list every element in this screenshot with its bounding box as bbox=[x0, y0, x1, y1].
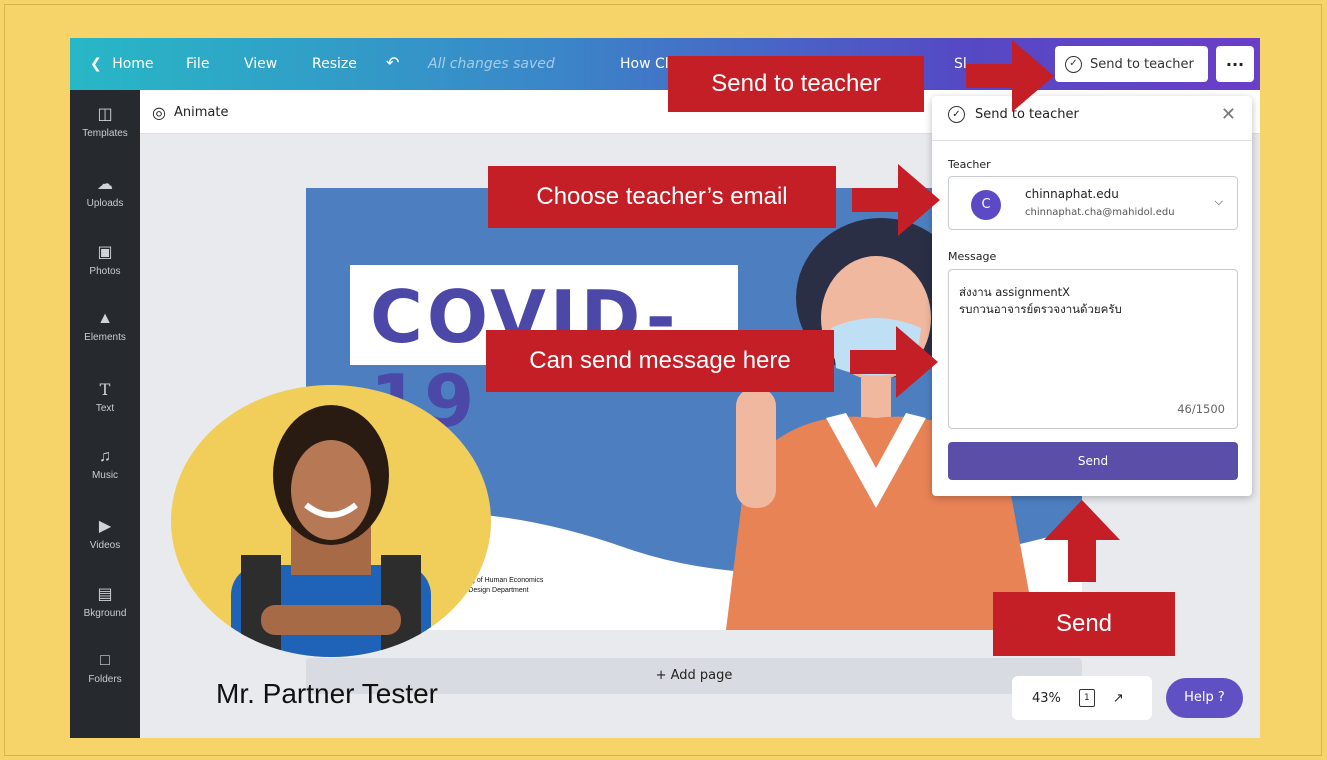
top-menu-bar: ❮ Home File View Resize ↶ All changes sa… bbox=[70, 38, 1260, 90]
character-count: 46/1500 bbox=[1177, 402, 1225, 416]
arrow-right-icon bbox=[966, 40, 1054, 112]
background-icon: ▤ bbox=[97, 586, 113, 603]
templates-icon: ◫ bbox=[97, 106, 113, 123]
sidebar-item-music[interactable]: ♫ Music bbox=[70, 448, 140, 481]
chevron-down-icon: ⌵ bbox=[1214, 195, 1223, 208]
person-photo bbox=[171, 385, 491, 657]
page-count-icon[interactable]: 1 bbox=[1078, 689, 1095, 707]
callout-send-to-teacher: Send to teacher bbox=[668, 56, 924, 112]
elements-icon: ▲ bbox=[97, 310, 113, 327]
sidebar-item-background[interactable]: ▤ Bkground bbox=[70, 584, 140, 619]
fullscreen-icon[interactable]: ↗ bbox=[1113, 691, 1124, 706]
view-menu[interactable]: View bbox=[244, 56, 277, 72]
design-title[interactable]: How Cl bbox=[620, 56, 669, 72]
callout-send: Send bbox=[993, 592, 1175, 656]
send-button[interactable]: Send bbox=[948, 442, 1238, 480]
zoom-level[interactable]: 43% bbox=[1032, 691, 1061, 706]
callout-send-message: Can send message here bbox=[486, 330, 834, 392]
more-options-button[interactable]: ··· bbox=[1216, 46, 1254, 82]
check-circle-icon: ✓ bbox=[948, 106, 965, 123]
left-sidebar: ◫ Templates ☁ Uploads ▣ Photos ▲ Element… bbox=[70, 90, 140, 738]
check-circle-icon: ✓ bbox=[1065, 55, 1082, 73]
sidebar-item-text[interactable]: T Text bbox=[70, 380, 140, 414]
arrow-right-icon bbox=[852, 164, 940, 236]
music-icon: ♫ bbox=[99, 448, 111, 465]
share-button[interactable]: Sl bbox=[954, 56, 967, 72]
folders-icon: □ bbox=[100, 652, 110, 669]
send-to-teacher-panel: ✓ Send to teacher ✕ Teacher C chinnaphat… bbox=[932, 96, 1252, 496]
callout-choose-email: Choose teacher’s email bbox=[488, 166, 836, 228]
person-name: Mr. Partner Tester bbox=[216, 678, 439, 709]
undo-icon[interactable]: ↶ bbox=[386, 53, 399, 72]
close-icon[interactable]: ✕ bbox=[1221, 104, 1236, 125]
sidebar-item-folders[interactable]: □ Folders bbox=[70, 652, 140, 685]
panel-divider bbox=[932, 140, 1252, 141]
animate-button[interactable]: ◎ Animate bbox=[152, 103, 228, 122]
sidebar-item-elements[interactable]: ▲ Elements bbox=[70, 310, 140, 343]
file-menu[interactable]: File bbox=[186, 56, 209, 72]
sidebar-item-videos[interactable]: ▶ Videos bbox=[70, 516, 140, 551]
zoom-controls: 43% 1 ↗ bbox=[1012, 676, 1152, 720]
teacher-email: chinnaphat.cha@mahidol.edu bbox=[1025, 207, 1175, 218]
arrow-right-icon bbox=[850, 326, 938, 398]
text-icon: T bbox=[99, 380, 111, 399]
sidebar-item-templates[interactable]: ◫ Templates bbox=[70, 104, 140, 139]
message-textarea[interactable]: ส่งงาน assignmentX รบกวนอาจารย์ตรวจงานด้… bbox=[948, 269, 1238, 429]
avatar: C bbox=[971, 190, 1001, 220]
sidebar-item-photos[interactable]: ▣ Photos bbox=[70, 242, 140, 277]
sidebar-item-uploads[interactable]: ☁ Uploads bbox=[70, 174, 140, 209]
home-link[interactable]: ❮ Home bbox=[90, 56, 154, 72]
animate-icon: ◎ bbox=[152, 103, 166, 122]
save-status: All changes saved bbox=[428, 56, 555, 72]
arrow-up-icon bbox=[1044, 500, 1120, 582]
send-to-teacher-button[interactable]: ✓ Send to teacher bbox=[1055, 46, 1208, 82]
teacher-label: Teacher bbox=[948, 158, 991, 171]
teacher-name: chinnaphat.edu bbox=[1025, 187, 1119, 201]
teacher-select[interactable]: C chinnaphat.edu chinnaphat.cha@mahidol.… bbox=[948, 176, 1238, 230]
department-text: lleg of Human Economics r Design Departm… bbox=[464, 577, 544, 594]
chevron-left-icon: ❮ bbox=[90, 56, 102, 72]
help-button[interactable]: Help ? bbox=[1166, 678, 1243, 718]
videos-icon: ▶ bbox=[98, 518, 112, 535]
person-photo-graphic bbox=[231, 405, 431, 657]
message-label: Message bbox=[948, 250, 997, 263]
uploads-icon: ☁ bbox=[97, 176, 113, 193]
resize-menu[interactable]: Resize bbox=[312, 56, 357, 72]
photos-icon: ▣ bbox=[97, 244, 113, 261]
